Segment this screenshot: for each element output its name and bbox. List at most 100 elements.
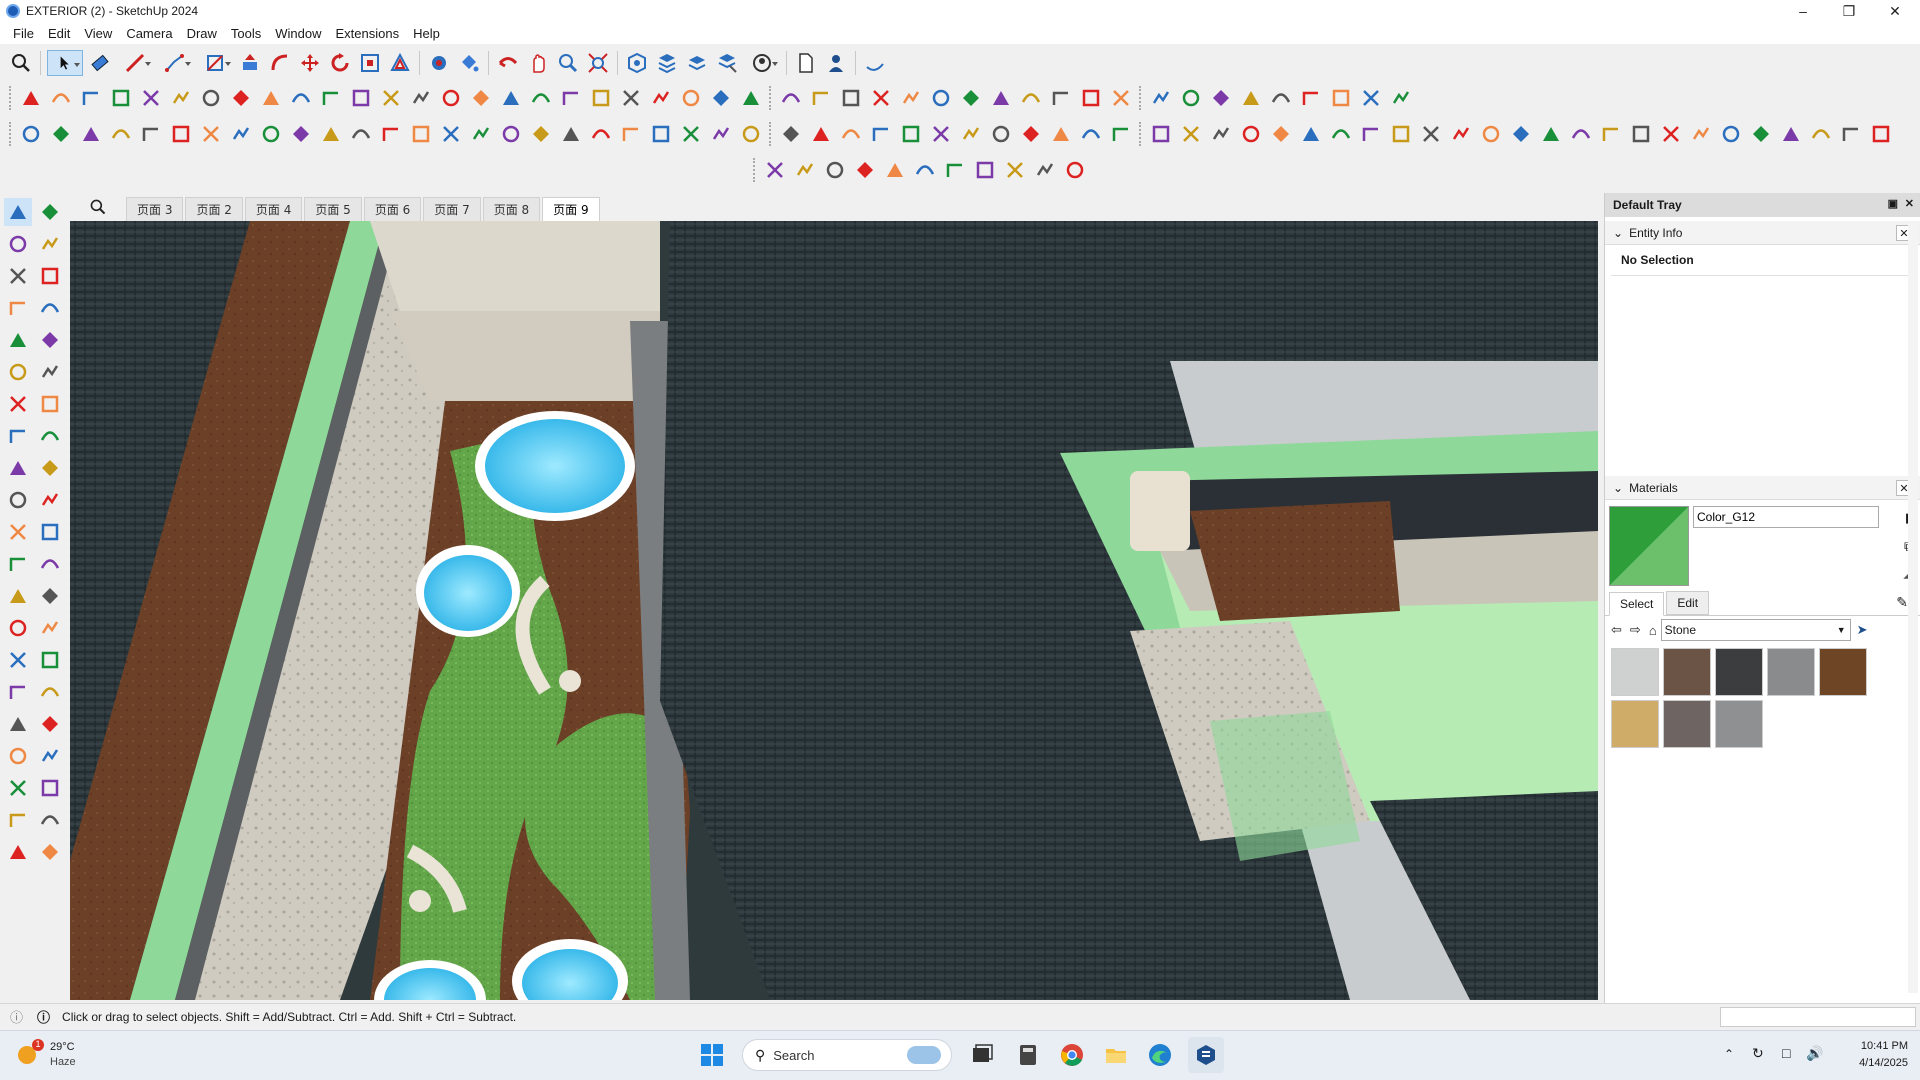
sample-paint-icon[interactable]: ✎ bbox=[1896, 594, 1908, 611]
plugin-tool-icon[interactable] bbox=[738, 121, 764, 147]
chrome-icon[interactable] bbox=[1060, 1043, 1084, 1067]
menu-draw[interactable]: Draw bbox=[180, 26, 224, 41]
plugin-tool-icon[interactable] bbox=[1328, 85, 1354, 111]
plugin-tool-icon[interactable] bbox=[198, 85, 224, 111]
freehand-icon[interactable] bbox=[36, 294, 64, 322]
help-icon[interactable]: ⓘ bbox=[10, 1007, 23, 1026]
plugin-tool-icon[interactable] bbox=[1208, 121, 1234, 147]
new-file-icon[interactable] bbox=[793, 50, 819, 76]
walk-icon[interactable] bbox=[36, 742, 64, 770]
circle-icon[interactable] bbox=[4, 358, 32, 386]
offset-icon[interactable] bbox=[36, 518, 64, 546]
plugin-tool-icon[interactable] bbox=[228, 121, 254, 147]
tab-edit[interactable]: Edit bbox=[1666, 591, 1710, 615]
tab-scene-2[interactable]: 页面 2 bbox=[185, 197, 243, 221]
plugin-tool-icon[interactable] bbox=[1268, 85, 1294, 111]
taskbar-search[interactable]: ⚲ Search bbox=[742, 1039, 952, 1071]
zoom-extents-icon[interactable] bbox=[585, 50, 611, 76]
plugin-tool-icon[interactable] bbox=[558, 121, 584, 147]
push-pull-icon[interactable] bbox=[237, 50, 263, 76]
rotated-rect-icon[interactable] bbox=[36, 326, 64, 354]
plugin-tool-icon[interactable] bbox=[228, 85, 254, 111]
plugin-tool-icon[interactable] bbox=[958, 121, 984, 147]
plugin-tool-icon[interactable] bbox=[1048, 121, 1074, 147]
plugin-tool-icon[interactable] bbox=[1208, 85, 1234, 111]
material-swatch[interactable] bbox=[1819, 648, 1867, 696]
dimension-icon[interactable] bbox=[36, 550, 64, 578]
plugin-tool-icon[interactable] bbox=[588, 85, 614, 111]
tape-measure-icon[interactable] bbox=[426, 50, 452, 76]
tab-select[interactable]: Select bbox=[1609, 592, 1665, 616]
axes-icon[interactable] bbox=[4, 614, 32, 642]
plugin-tool-icon[interactable] bbox=[852, 157, 878, 183]
plugin-tool-icon[interactable] bbox=[618, 85, 644, 111]
plugin-tool-icon[interactable] bbox=[378, 85, 404, 111]
plugin-tool-icon[interactable] bbox=[942, 157, 968, 183]
eraser-icon[interactable] bbox=[36, 262, 64, 290]
sandbox-icon[interactable] bbox=[862, 50, 888, 76]
volume-icon[interactable]: 🔊 bbox=[1806, 1045, 1823, 1062]
manager-icon[interactable] bbox=[36, 838, 64, 866]
plugin-tool-icon[interactable] bbox=[738, 85, 764, 111]
plugin-tool-icon[interactable] bbox=[288, 85, 314, 111]
extension-warehouse-icon[interactable] bbox=[654, 50, 680, 76]
plugin-tool-icon[interactable] bbox=[1268, 121, 1294, 147]
details-arrow-icon[interactable]: ➤ bbox=[1857, 622, 1868, 638]
plugin-tool-icon[interactable] bbox=[1418, 121, 1444, 147]
polygon-icon[interactable] bbox=[36, 358, 64, 386]
plugin-tool-icon[interactable] bbox=[1538, 121, 1564, 147]
library-dropdown[interactable]: Stone ▼ bbox=[1660, 619, 1851, 641]
plugin-tool-icon[interactable] bbox=[708, 85, 734, 111]
menu-edit[interactable]: Edit bbox=[41, 26, 77, 41]
plugin-tool-icon[interactable] bbox=[1478, 121, 1504, 147]
plugin-tool-icon[interactable] bbox=[168, 121, 194, 147]
plugin-tool-icon[interactable] bbox=[1078, 85, 1104, 111]
plugin-tool-icon[interactable] bbox=[1388, 85, 1414, 111]
follow-me-icon[interactable] bbox=[36, 486, 64, 514]
line-tool-icon[interactable] bbox=[117, 50, 153, 76]
plugin-tool-icon[interactable] bbox=[198, 121, 224, 147]
tab-scene-7[interactable]: 页面 7 bbox=[423, 197, 481, 221]
plugin-tool-icon[interactable] bbox=[618, 121, 644, 147]
plugin-tool-icon[interactable] bbox=[588, 121, 614, 147]
plugin-tool-icon[interactable] bbox=[882, 157, 908, 183]
material-swatch[interactable] bbox=[1767, 648, 1815, 696]
menu-tools[interactable]: Tools bbox=[224, 26, 268, 41]
plugin-tool-icon[interactable] bbox=[258, 121, 284, 147]
plugin-tool-icon[interactable] bbox=[1328, 121, 1354, 147]
plugin-tool-icon[interactable] bbox=[678, 121, 704, 147]
arc-icon[interactable] bbox=[4, 390, 32, 418]
plugin-tool-icon[interactable] bbox=[48, 85, 74, 111]
protractor-icon[interactable] bbox=[4, 582, 32, 610]
extension-icon[interactable] bbox=[36, 806, 64, 834]
arc-2pt-icon[interactable] bbox=[36, 390, 64, 418]
plugin-tool-icon[interactable] bbox=[348, 121, 374, 147]
edge-icon[interactable] bbox=[1148, 1043, 1172, 1067]
push-pull-icon[interactable] bbox=[36, 454, 64, 482]
offset-icon[interactable] bbox=[387, 50, 413, 76]
plugin-tool-icon[interactable] bbox=[648, 121, 674, 147]
zoom-icon[interactable] bbox=[4, 678, 32, 706]
plugin-tool-icon[interactable] bbox=[1358, 121, 1384, 147]
menu-extensions[interactable]: Extensions bbox=[329, 26, 407, 41]
rotate-icon[interactable] bbox=[4, 486, 32, 514]
plugin-tool-icon[interactable] bbox=[708, 121, 734, 147]
maximize-button[interactable]: ❐ bbox=[1826, 0, 1872, 22]
plugin-tool-icon[interactable] bbox=[928, 121, 954, 147]
plugin-tool-icon[interactable] bbox=[1688, 121, 1714, 147]
plugin-tool-icon[interactable] bbox=[868, 85, 894, 111]
plugin-tool-icon[interactable] bbox=[778, 85, 804, 111]
plugin-tool-icon[interactable] bbox=[808, 121, 834, 147]
eraser-icon[interactable] bbox=[36, 230, 64, 258]
paint-bucket-icon[interactable] bbox=[456, 50, 482, 76]
plugin-tool-icon[interactable] bbox=[408, 121, 434, 147]
plugin-tool-icon[interactable] bbox=[258, 85, 284, 111]
plugin-tool-icon[interactable] bbox=[1598, 121, 1624, 147]
plugin-tool-icon[interactable] bbox=[78, 121, 104, 147]
plugin-tool-icon[interactable] bbox=[648, 85, 674, 111]
plugin-tool-icon[interactable] bbox=[288, 121, 314, 147]
plugin-tool-icon[interactable] bbox=[348, 85, 374, 111]
windows-start-icon[interactable] bbox=[700, 1043, 724, 1067]
plugin-tool-icon[interactable] bbox=[1718, 121, 1744, 147]
zoom-extents-icon[interactable] bbox=[4, 710, 32, 738]
